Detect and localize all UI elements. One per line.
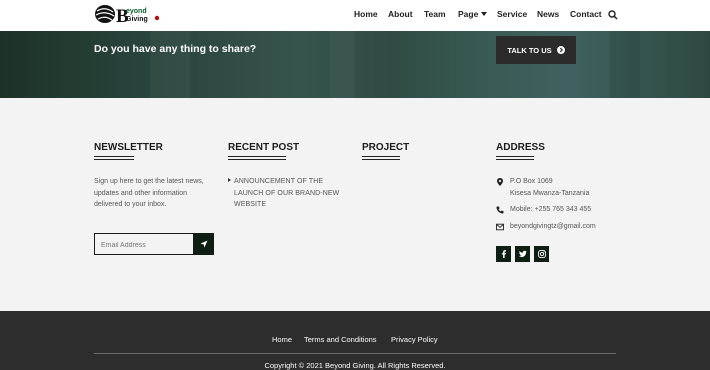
title-underline bbox=[496, 159, 534, 160]
nav-news[interactable]: News bbox=[537, 9, 559, 19]
nav-home[interactable]: Home bbox=[354, 9, 378, 19]
chevron-right-icon bbox=[228, 178, 231, 182]
title-underline bbox=[362, 156, 400, 157]
twitter-button[interactable] bbox=[515, 246, 530, 262]
instagram-button[interactable] bbox=[534, 246, 549, 262]
arrow-circle-icon bbox=[556, 46, 565, 54]
title-underline bbox=[228, 159, 286, 160]
divider bbox=[94, 353, 616, 354]
nav-contact[interactable]: Contact bbox=[570, 9, 602, 19]
bottom-bar: Home Terms and Conditions Privacy Policy… bbox=[0, 311, 710, 370]
nav-page-dropdown[interactable]: Page bbox=[458, 9, 488, 19]
svg-text:eyond: eyond bbox=[126, 8, 147, 15]
svg-text:Giving: Giving bbox=[126, 16, 148, 23]
recent-post-link[interactable]: ANNOUNCEMENT OF THE LAUNCH OF OUR BRAND-… bbox=[234, 176, 349, 211]
newsletter-description: Sign up here to get the latest news, upd… bbox=[94, 178, 204, 208]
banner-decoration bbox=[150, 31, 190, 98]
email-field[interactable] bbox=[95, 235, 193, 256]
newsletter-title: NEWSLETTER bbox=[94, 142, 163, 153]
facebook-button[interactable] bbox=[496, 246, 511, 262]
facebook-icon bbox=[501, 250, 506, 258]
twitter-icon bbox=[518, 250, 527, 258]
nav-team[interactable]: Team bbox=[424, 9, 446, 19]
email-field-wrapper bbox=[94, 233, 194, 256]
talk-to-us-label: TALK TO US bbox=[507, 45, 552, 55]
mobile-text: Mobile: +255 765 343 455 bbox=[510, 206, 592, 213]
copyright-text: Copyright © 2021 Beyond Giving. All Righ… bbox=[264, 361, 446, 370]
beyond-giving-logo[interactable]: B eyond Giving bbox=[94, 2, 164, 28]
cta-text: Do you have any thing to share? bbox=[94, 43, 257, 55]
title-underline bbox=[228, 156, 286, 157]
title-underline bbox=[94, 159, 134, 160]
nav-service[interactable]: Service bbox=[497, 9, 527, 19]
footer-link-home[interactable]: Home bbox=[272, 335, 292, 344]
chevron-down-icon bbox=[481, 12, 488, 16]
title-underline bbox=[496, 156, 534, 157]
address-title: ADDRESS bbox=[496, 142, 545, 153]
subscribe-button[interactable] bbox=[194, 233, 214, 255]
banner-decoration bbox=[330, 31, 355, 98]
title-underline bbox=[94, 156, 134, 157]
location-text: P.O Box 1069 Kisesa Mwanza-Tanzania bbox=[510, 176, 589, 199]
project-title: PROJECT bbox=[362, 142, 410, 153]
site-header: B eyond Giving Home About Team Page Serv… bbox=[0, 0, 710, 31]
talk-to-us-button[interactable]: TALK TO US bbox=[496, 36, 576, 64]
email-text[interactable]: beyondgivingtz@gmail.com bbox=[510, 221, 596, 233]
nav-about[interactable]: About bbox=[388, 9, 413, 19]
footer-link-privacy[interactable]: Privacy Policy bbox=[391, 335, 438, 344]
search-icon[interactable] bbox=[608, 10, 618, 20]
cta-banner bbox=[0, 31, 710, 98]
instagram-icon bbox=[537, 250, 546, 258]
envelope-icon bbox=[496, 223, 504, 231]
banner-decoration bbox=[610, 31, 640, 98]
recent-post-title: RECENT POST bbox=[228, 142, 300, 153]
nav-page-label: Page bbox=[458, 9, 479, 19]
location-line-1: P.O Box 1069 bbox=[510, 178, 553, 185]
location-line-2: Kisesa Mwanza-Tanzania bbox=[510, 189, 590, 197]
phone-icon bbox=[496, 206, 504, 214]
send-icon bbox=[200, 240, 208, 248]
footer-link-terms[interactable]: Terms and Conditions bbox=[304, 335, 377, 344]
page: B eyond Giving Home About Team Page Serv… bbox=[0, 0, 710, 370]
title-underline bbox=[362, 159, 400, 160]
map-marker-icon bbox=[497, 178, 503, 186]
